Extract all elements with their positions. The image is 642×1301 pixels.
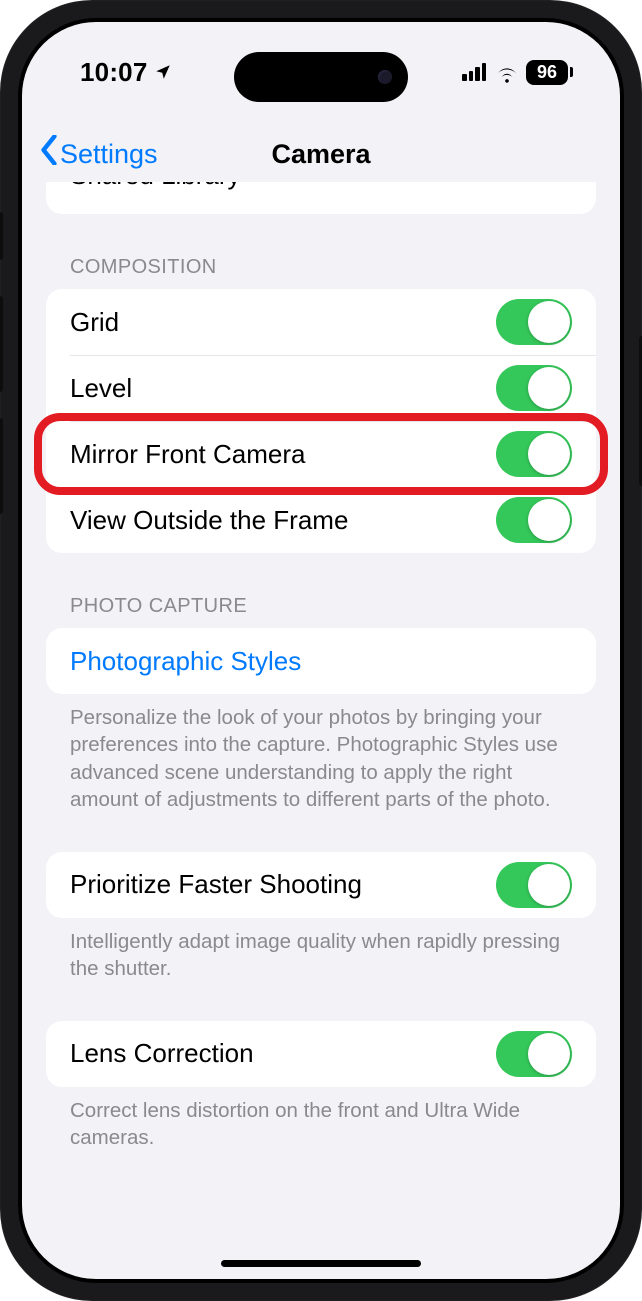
- screen: 10:07 96: [22, 22, 620, 1279]
- status-right: 96: [462, 60, 568, 85]
- location-arrow-icon: [154, 57, 172, 88]
- battery-percent: 96: [537, 62, 557, 82]
- row-level: Level: [46, 355, 596, 421]
- footer-lens-correction: Correct lens distortion on the front and…: [70, 1097, 572, 1152]
- row-lens-correction: Lens Correction: [46, 1021, 596, 1087]
- row-faster-shooting: Prioritize Faster Shooting: [46, 852, 596, 918]
- group-faster-shooting: Prioritize Faster Shooting: [46, 852, 596, 918]
- battery-icon: 96: [526, 60, 568, 85]
- side-button-mute: [0, 212, 3, 260]
- back-label: Settings: [60, 139, 158, 170]
- row-view-outside-frame: View Outside the Frame: [46, 487, 596, 553]
- row-level-label: Level: [70, 373, 132, 404]
- toggle-view-outside-frame[interactable]: [496, 497, 572, 543]
- phone-rim: 10:07 96: [18, 18, 624, 1283]
- group-lens-correction: Lens Correction: [46, 1021, 596, 1087]
- row-photographic-styles-label: Photographic Styles: [70, 646, 301, 677]
- nav-bar: Settings Camera: [22, 124, 620, 184]
- toggle-level[interactable]: [496, 365, 572, 411]
- row-lens-correction-label: Lens Correction: [70, 1038, 254, 1069]
- home-indicator[interactable]: [221, 1260, 421, 1267]
- toggle-faster-shooting[interactable]: [496, 862, 572, 908]
- back-button[interactable]: Settings: [40, 135, 158, 173]
- group-composition: Grid Level Mirror Front Camera View Outs…: [46, 289, 596, 553]
- status-left: 10:07: [80, 57, 172, 88]
- toggle-grid[interactable]: [496, 299, 572, 345]
- front-camera-dot: [378, 70, 392, 84]
- content-scroll[interactable]: Shared Library COMPOSITION Grid Level Mi…: [22, 22, 620, 1279]
- toggle-lens-correction[interactable]: [496, 1031, 572, 1077]
- page-title: Camera: [271, 139, 370, 170]
- previous-group-peek: Shared Library: [46, 182, 596, 214]
- side-button-vol-down: [0, 418, 3, 514]
- row-mirror-front-camera: Mirror Front Camera: [46, 421, 596, 487]
- row-grid: Grid: [46, 289, 596, 355]
- side-button-vol-up: [0, 296, 3, 392]
- dynamic-island: [234, 52, 408, 102]
- toggle-mirror-front-camera[interactable]: [496, 431, 572, 477]
- section-header-composition: COMPOSITION: [70, 256, 572, 279]
- row-grid-label: Grid: [70, 307, 119, 338]
- row-mirror-label: Mirror Front Camera: [70, 439, 305, 470]
- row-view-outside-label: View Outside the Frame: [70, 505, 348, 536]
- phone-frame: 10:07 96: [0, 0, 642, 1301]
- group-photographic-styles: Photographic Styles: [46, 628, 596, 694]
- footer-faster-shooting: Intelligently adapt image quality when r…: [70, 928, 572, 983]
- row-faster-shooting-label: Prioritize Faster Shooting: [70, 869, 362, 900]
- cellular-icon: [462, 63, 486, 81]
- row-photographic-styles[interactable]: Photographic Styles: [46, 628, 596, 694]
- wifi-icon: [494, 63, 518, 81]
- section-header-photo-capture: PHOTO CAPTURE: [70, 595, 572, 618]
- chevron-left-icon: [40, 135, 58, 173]
- status-time: 10:07: [80, 57, 148, 88]
- footer-photographic-styles: Personalize the look of your photos by b…: [70, 704, 572, 814]
